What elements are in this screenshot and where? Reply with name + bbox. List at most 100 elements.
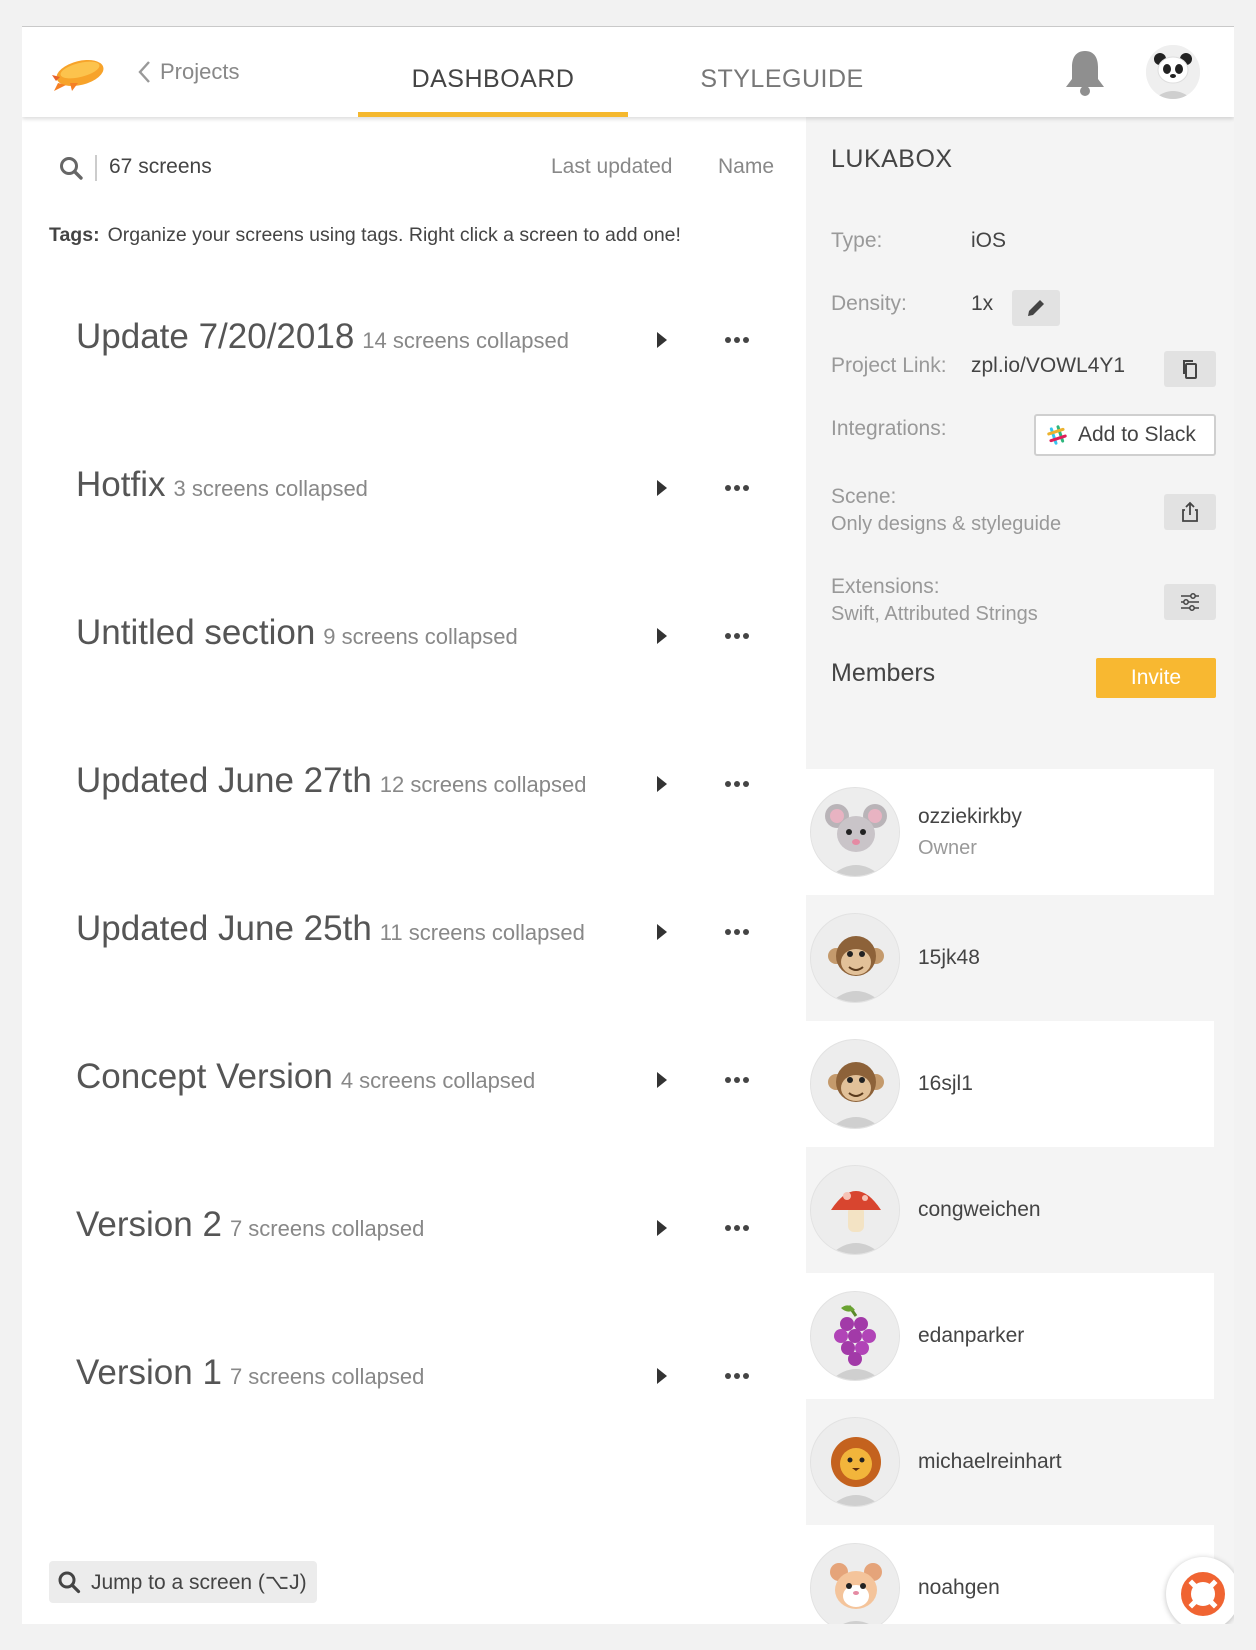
lion-icon (811, 1418, 899, 1506)
pencil-icon (1028, 300, 1044, 316)
hamster-icon (811, 1544, 899, 1624)
member-row[interactable]: michaelreinhart (794, 1399, 1214, 1525)
section-screen-count: 7 screens collapsed (229, 1364, 425, 1389)
member-info: noahgen (918, 1576, 1000, 1600)
section-screen-count: 3 screens collapsed (173, 476, 368, 501)
back-to-projects-link[interactable]: Projects (134, 59, 239, 85)
zeplin-logo-icon[interactable] (50, 53, 108, 93)
section-title-text: Hotfix (76, 465, 166, 504)
collapsed-section[interactable]: Concept Version 4 screens collapsed (76, 1057, 796, 1117)
expand-section-icon[interactable] (654, 477, 670, 499)
more-options-icon[interactable] (724, 1371, 750, 1381)
member-info: congweichen (918, 1198, 1041, 1222)
section-screen-count: 7 screens collapsed (229, 1216, 425, 1241)
collapsed-section[interactable]: Version 2 7 screens collapsed (76, 1205, 796, 1265)
member-row[interactable]: noahgen (794, 1525, 1214, 1624)
user-avatar-panda[interactable] (1146, 45, 1200, 99)
edit-density-button[interactable] (1012, 290, 1060, 326)
search-divider (95, 155, 97, 181)
density-label: Density: (831, 292, 907, 315)
collapsed-section[interactable]: Update 7/20/2018 14 screens collapsed (76, 317, 796, 377)
tags-hint-text: Organize your screens using tags. Right … (107, 224, 681, 246)
help-button[interactable] (1166, 1557, 1234, 1624)
expand-section-icon[interactable] (654, 1069, 670, 1091)
sort-name[interactable]: Name (718, 155, 774, 179)
collapsed-section[interactable]: Hotfix 3 screens collapsed (76, 465, 796, 525)
expand-section-icon[interactable] (654, 1365, 670, 1387)
more-options-icon[interactable] (724, 1075, 750, 1085)
tags-label: Tags: (49, 224, 100, 246)
project-name: LUKABOX (831, 145, 953, 173)
invite-button[interactable]: Invite (1096, 658, 1216, 698)
section-title-text: Updated June 27th (76, 761, 372, 800)
member-row[interactable]: 15jk48 (794, 895, 1214, 1021)
member-info: michaelreinhart (918, 1450, 1062, 1474)
member-avatar (810, 1039, 900, 1129)
member-avatar (810, 913, 900, 1003)
section-title: Untitled section 9 screens collapsed (76, 613, 518, 653)
member-username: 15jk48 (918, 946, 980, 969)
section-title: Hotfix 3 screens collapsed (76, 465, 368, 505)
extensions-settings-button[interactable] (1164, 584, 1216, 620)
jump-to-screen-button[interactable]: Jump to a screen (⌥J) (49, 1561, 317, 1603)
section-screen-count: 11 screens collapsed (379, 920, 585, 945)
more-options-icon[interactable] (724, 335, 750, 345)
more-options-icon[interactable] (724, 1223, 750, 1233)
member-row[interactable]: congweichen (794, 1147, 1214, 1273)
search-icon[interactable] (58, 155, 84, 181)
member-username: michaelreinhart (918, 1450, 1062, 1473)
monkey-icon (811, 1040, 899, 1128)
section-screen-count: 14 screens collapsed (362, 328, 569, 353)
monkey-icon (811, 914, 899, 1002)
member-avatar (810, 1165, 900, 1255)
mouse-icon (811, 788, 899, 876)
collapsed-section[interactable]: Version 1 7 screens collapsed (76, 1353, 796, 1413)
member-row[interactable]: edanparker (794, 1273, 1214, 1399)
notifications-bell-icon[interactable] (1062, 47, 1108, 97)
back-label: Projects (160, 59, 240, 84)
panda-icon (1146, 45, 1200, 99)
section-screen-count: 4 screens collapsed (340, 1068, 536, 1093)
copy-link-button[interactable] (1164, 351, 1216, 387)
expand-section-icon[interactable] (654, 921, 670, 943)
section-title-text: Updated June 25th (76, 909, 372, 948)
more-options-icon[interactable] (724, 779, 750, 789)
collapsed-section[interactable]: Updated June 27th 12 screens collapsed (76, 761, 796, 821)
project-sidebar: LUKABOX Type: iOS Density: 1x Project Li… (794, 117, 1234, 1624)
section-title: Version 1 7 screens collapsed (76, 1353, 424, 1393)
expand-section-icon[interactable] (654, 1217, 670, 1239)
top-header: Projects DASHBOARD STYLEGUIDE (22, 27, 1234, 117)
tab-dashboard[interactable]: DASHBOARD (358, 65, 628, 117)
member-row[interactable]: 16sjl1 (794, 1021, 1214, 1147)
expand-section-icon[interactable] (654, 773, 670, 795)
add-to-slack-button[interactable]: Add to Slack (1034, 414, 1216, 456)
member-avatar (810, 1543, 900, 1624)
project-link-value[interactable]: zpl.io/VOWL4Y1 (971, 354, 1125, 378)
slack-icon (1047, 425, 1067, 445)
member-username: congweichen (918, 1198, 1041, 1221)
share-scene-button[interactable] (1164, 494, 1216, 530)
member-row[interactable]: ozziekirkby Owner (794, 769, 1214, 895)
more-options-icon[interactable] (724, 927, 750, 937)
member-role: Owner (918, 836, 977, 859)
member-avatar (810, 1291, 900, 1381)
tags-hint: Tags: Organize your screens using tags. R… (49, 224, 681, 247)
collapsed-section[interactable]: Updated June 25th 11 screens collapsed (76, 909, 796, 969)
member-avatar (810, 1417, 900, 1507)
extensions-value: Swift, Attributed Strings (831, 603, 1038, 625)
tab-styleguide[interactable]: STYLEGUIDE (662, 65, 902, 94)
screen-count: 67 screens (109, 155, 212, 178)
expand-section-icon[interactable] (654, 329, 670, 351)
sort-last-updated[interactable]: Last updated (551, 155, 672, 179)
expand-section-icon[interactable] (654, 625, 670, 647)
share-icon (1182, 501, 1198, 522)
extensions-label: Extensions: (831, 575, 940, 598)
more-options-icon[interactable] (724, 483, 750, 493)
collapsed-section[interactable]: Untitled section 9 screens collapsed (76, 613, 796, 673)
scene-value: Only designs & styleguide (831, 513, 1062, 535)
grapes-icon (811, 1292, 899, 1380)
section-title: Concept Version 4 screens collapsed (76, 1057, 535, 1097)
slack-label: Add to Slack (1078, 423, 1196, 446)
more-options-icon[interactable] (724, 631, 750, 641)
integrations-label: Integrations: (831, 417, 947, 440)
